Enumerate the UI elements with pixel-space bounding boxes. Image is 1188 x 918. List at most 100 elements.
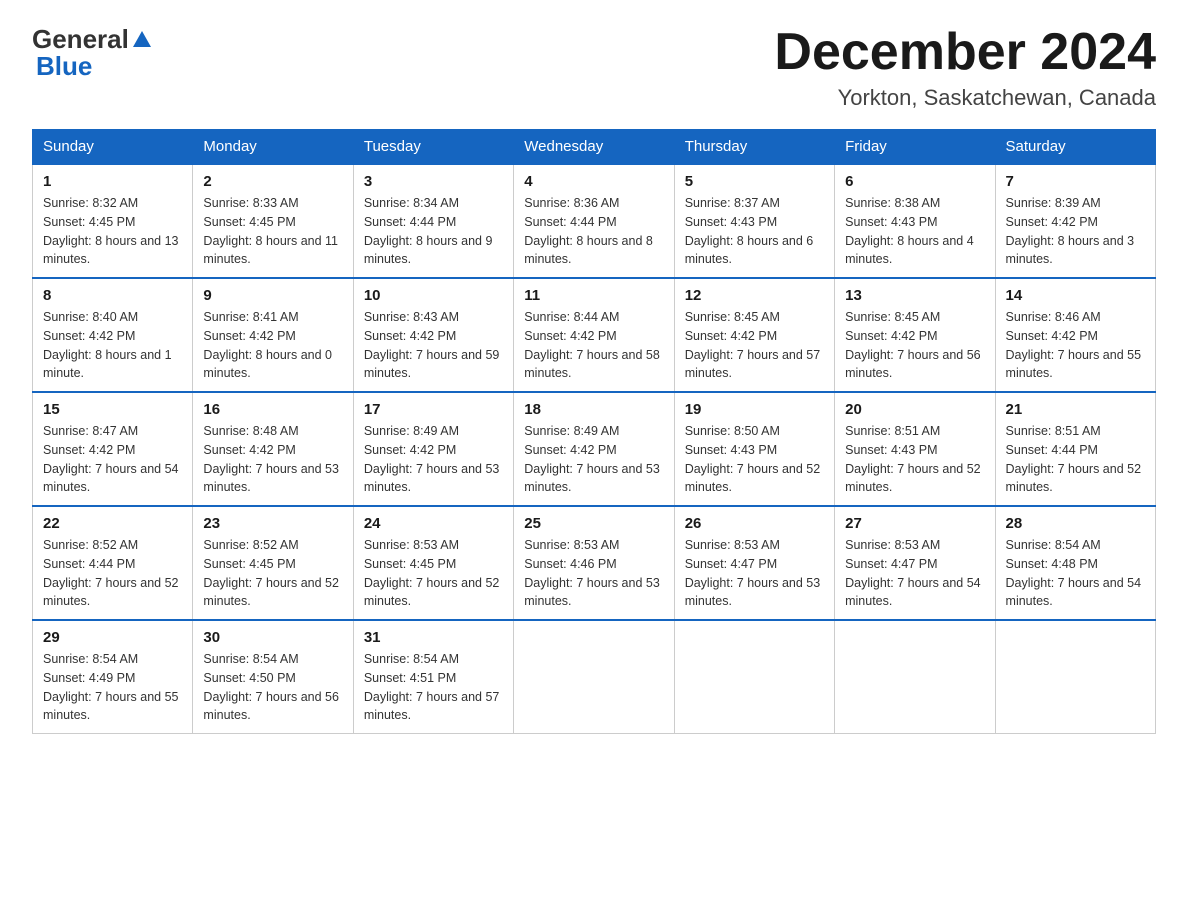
day-number: 26 (685, 515, 824, 532)
calendar-cell: 4 Sunrise: 8:36 AMSunset: 4:44 PMDayligh… (514, 164, 674, 278)
calendar-cell: 1 Sunrise: 8:32 AMSunset: 4:45 PMDayligh… (33, 164, 193, 278)
day-info: Sunrise: 8:51 AMSunset: 4:44 PMDaylight:… (1006, 424, 1142, 494)
day-number: 12 (685, 287, 824, 304)
day-info: Sunrise: 8:47 AMSunset: 4:42 PMDaylight:… (43, 424, 179, 494)
day-number: 18 (524, 401, 663, 418)
calendar-cell: 31 Sunrise: 8:54 AMSunset: 4:51 PMDaylig… (353, 620, 513, 734)
weekday-header-row: SundayMondayTuesdayWednesdayThursdayFrid… (33, 130, 1156, 165)
calendar-cell: 12 Sunrise: 8:45 AMSunset: 4:42 PMDaylig… (674, 278, 834, 392)
day-number: 24 (364, 515, 503, 532)
calendar-cell: 30 Sunrise: 8:54 AMSunset: 4:50 PMDaylig… (193, 620, 353, 734)
day-info: Sunrise: 8:54 AMSunset: 4:48 PMDaylight:… (1006, 538, 1142, 608)
calendar-cell: 26 Sunrise: 8:53 AMSunset: 4:47 PMDaylig… (674, 506, 834, 620)
day-number: 30 (203, 629, 342, 646)
day-info: Sunrise: 8:54 AMSunset: 4:51 PMDaylight:… (364, 652, 500, 722)
day-number: 17 (364, 401, 503, 418)
day-info: Sunrise: 8:45 AMSunset: 4:42 PMDaylight:… (845, 310, 981, 380)
calendar-cell (995, 620, 1155, 734)
day-number: 22 (43, 515, 182, 532)
day-number: 21 (1006, 401, 1145, 418)
day-number: 15 (43, 401, 182, 418)
calendar-cell: 21 Sunrise: 8:51 AMSunset: 4:44 PMDaylig… (995, 392, 1155, 506)
calendar-cell: 27 Sunrise: 8:53 AMSunset: 4:47 PMDaylig… (835, 506, 995, 620)
calendar-cell: 22 Sunrise: 8:52 AMSunset: 4:44 PMDaylig… (33, 506, 193, 620)
day-number: 5 (685, 173, 824, 190)
day-number: 20 (845, 401, 984, 418)
day-info: Sunrise: 8:52 AMSunset: 4:44 PMDaylight:… (43, 538, 179, 608)
day-info: Sunrise: 8:53 AMSunset: 4:47 PMDaylight:… (685, 538, 821, 608)
day-number: 31 (364, 629, 503, 646)
calendar-cell: 15 Sunrise: 8:47 AMSunset: 4:42 PMDaylig… (33, 392, 193, 506)
calendar-cell: 28 Sunrise: 8:54 AMSunset: 4:48 PMDaylig… (995, 506, 1155, 620)
day-info: Sunrise: 8:38 AMSunset: 4:43 PMDaylight:… (845, 196, 974, 266)
day-info: Sunrise: 8:33 AMSunset: 4:45 PMDaylight:… (203, 196, 338, 266)
day-info: Sunrise: 8:54 AMSunset: 4:49 PMDaylight:… (43, 652, 179, 722)
calendar-cell: 11 Sunrise: 8:44 AMSunset: 4:42 PMDaylig… (514, 278, 674, 392)
day-info: Sunrise: 8:52 AMSunset: 4:45 PMDaylight:… (203, 538, 339, 608)
calendar-cell (514, 620, 674, 734)
day-number: 28 (1006, 515, 1145, 532)
day-info: Sunrise: 8:41 AMSunset: 4:42 PMDaylight:… (203, 310, 332, 380)
day-info: Sunrise: 8:39 AMSunset: 4:42 PMDaylight:… (1006, 196, 1135, 266)
calendar-cell: 5 Sunrise: 8:37 AMSunset: 4:43 PMDayligh… (674, 164, 834, 278)
weekday-header-monday: Monday (193, 130, 353, 165)
weekday-header-tuesday: Tuesday (353, 130, 513, 165)
day-info: Sunrise: 8:48 AMSunset: 4:42 PMDaylight:… (203, 424, 339, 494)
calendar-cell: 25 Sunrise: 8:53 AMSunset: 4:46 PMDaylig… (514, 506, 674, 620)
calendar-cell (835, 620, 995, 734)
day-number: 4 (524, 173, 663, 190)
calendar-cell: 20 Sunrise: 8:51 AMSunset: 4:43 PMDaylig… (835, 392, 995, 506)
weekday-header-wednesday: Wednesday (514, 130, 674, 165)
day-number: 14 (1006, 287, 1145, 304)
calendar-cell: 29 Sunrise: 8:54 AMSunset: 4:49 PMDaylig… (33, 620, 193, 734)
day-info: Sunrise: 8:36 AMSunset: 4:44 PMDaylight:… (524, 196, 653, 266)
calendar-week-row: 22 Sunrise: 8:52 AMSunset: 4:44 PMDaylig… (33, 506, 1156, 620)
calendar-cell: 7 Sunrise: 8:39 AMSunset: 4:42 PMDayligh… (995, 164, 1155, 278)
weekday-header-sunday: Sunday (33, 130, 193, 165)
day-number: 9 (203, 287, 342, 304)
weekday-header-friday: Friday (835, 130, 995, 165)
day-info: Sunrise: 8:40 AMSunset: 4:42 PMDaylight:… (43, 310, 172, 380)
calendar-cell: 6 Sunrise: 8:38 AMSunset: 4:43 PMDayligh… (835, 164, 995, 278)
day-info: Sunrise: 8:51 AMSunset: 4:43 PMDaylight:… (845, 424, 981, 494)
calendar-week-row: 29 Sunrise: 8:54 AMSunset: 4:49 PMDaylig… (33, 620, 1156, 734)
day-number: 2 (203, 173, 342, 190)
calendar-week-row: 1 Sunrise: 8:32 AMSunset: 4:45 PMDayligh… (33, 164, 1156, 278)
calendar-week-row: 15 Sunrise: 8:47 AMSunset: 4:42 PMDaylig… (33, 392, 1156, 506)
logo-blue: Blue (36, 51, 92, 81)
day-info: Sunrise: 8:37 AMSunset: 4:43 PMDaylight:… (685, 196, 814, 266)
day-info: Sunrise: 8:34 AMSunset: 4:44 PMDaylight:… (364, 196, 493, 266)
day-number: 7 (1006, 173, 1145, 190)
calendar-cell: 10 Sunrise: 8:43 AMSunset: 4:42 PMDaylig… (353, 278, 513, 392)
day-number: 8 (43, 287, 182, 304)
day-number: 1 (43, 173, 182, 190)
day-number: 6 (845, 173, 984, 190)
day-info: Sunrise: 8:43 AMSunset: 4:42 PMDaylight:… (364, 310, 500, 380)
location-title: Yorkton, Saskatchewan, Canada (774, 85, 1156, 111)
calendar-cell: 24 Sunrise: 8:53 AMSunset: 4:45 PMDaylig… (353, 506, 513, 620)
month-year-title: December 2024 (774, 24, 1156, 81)
day-number: 27 (845, 515, 984, 532)
logo: General Blue (32, 24, 153, 82)
page-header: General Blue December 2024 Yorkton, Sask… (32, 24, 1156, 111)
calendar-week-row: 8 Sunrise: 8:40 AMSunset: 4:42 PMDayligh… (33, 278, 1156, 392)
calendar-cell: 16 Sunrise: 8:48 AMSunset: 4:42 PMDaylig… (193, 392, 353, 506)
weekday-header-saturday: Saturday (995, 130, 1155, 165)
calendar-cell (674, 620, 834, 734)
day-info: Sunrise: 8:54 AMSunset: 4:50 PMDaylight:… (203, 652, 339, 722)
calendar-cell: 23 Sunrise: 8:52 AMSunset: 4:45 PMDaylig… (193, 506, 353, 620)
day-info: Sunrise: 8:45 AMSunset: 4:42 PMDaylight:… (685, 310, 821, 380)
day-info: Sunrise: 8:53 AMSunset: 4:47 PMDaylight:… (845, 538, 981, 608)
day-number: 29 (43, 629, 182, 646)
calendar-cell: 13 Sunrise: 8:45 AMSunset: 4:42 PMDaylig… (835, 278, 995, 392)
weekday-header-thursday: Thursday (674, 130, 834, 165)
day-info: Sunrise: 8:44 AMSunset: 4:42 PMDaylight:… (524, 310, 660, 380)
day-info: Sunrise: 8:50 AMSunset: 4:43 PMDaylight:… (685, 424, 821, 494)
day-info: Sunrise: 8:49 AMSunset: 4:42 PMDaylight:… (364, 424, 500, 494)
title-area: December 2024 Yorkton, Saskatchewan, Can… (774, 24, 1156, 111)
calendar-cell: 19 Sunrise: 8:50 AMSunset: 4:43 PMDaylig… (674, 392, 834, 506)
day-info: Sunrise: 8:53 AMSunset: 4:45 PMDaylight:… (364, 538, 500, 608)
day-info: Sunrise: 8:32 AMSunset: 4:45 PMDaylight:… (43, 196, 179, 266)
calendar-cell: 8 Sunrise: 8:40 AMSunset: 4:42 PMDayligh… (33, 278, 193, 392)
logo-icon (131, 29, 153, 51)
